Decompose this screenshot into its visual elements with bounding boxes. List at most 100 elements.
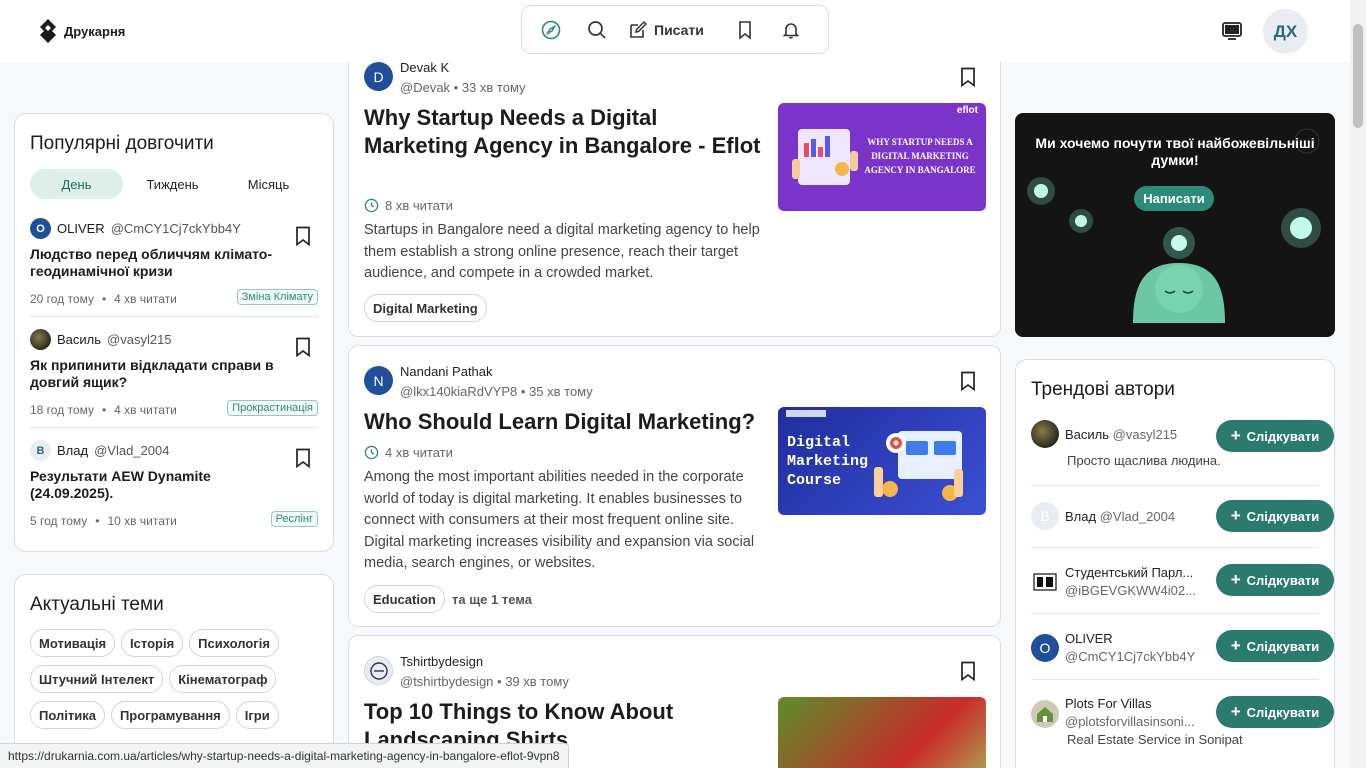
page-scrollbar[interactable] bbox=[1350, 0, 1366, 768]
author-handle[interactable]: @lkx140kiaRdVYP8 bbox=[400, 384, 517, 399]
author-handle[interactable]: @tshirtbydesign bbox=[400, 674, 493, 689]
avatar[interactable]: В bbox=[1031, 502, 1059, 530]
author-handle[interactable]: @plotsforvillasinsoni... bbox=[1065, 714, 1197, 729]
clock-icon bbox=[364, 445, 379, 460]
tab-week[interactable]: Тиждень bbox=[126, 169, 219, 199]
avatar[interactable] bbox=[30, 329, 51, 350]
list-item: Студентський Парл... @iBGEVGKWW4i02... +… bbox=[1031, 548, 1334, 614]
avatar[interactable] bbox=[1031, 568, 1059, 596]
follow-button[interactable]: + Слідкувати bbox=[1216, 420, 1334, 452]
article-title[interactable]: Who Should Learn Digital Marketing? bbox=[364, 408, 774, 436]
avatar[interactable]: N bbox=[364, 366, 393, 395]
author-name[interactable]: OLIVER bbox=[1065, 631, 1197, 646]
topic-chip[interactable]: Історія bbox=[121, 629, 184, 657]
author-handle[interactable]: @iBGEVGKWW4i02... bbox=[1065, 583, 1197, 598]
topic-chip[interactable]: Ігри bbox=[235, 701, 279, 729]
follow-button[interactable]: + Слідкувати bbox=[1216, 564, 1334, 596]
topic-chip[interactable]: Digital Marketing bbox=[364, 294, 487, 322]
avatar[interactable]: O bbox=[30, 218, 51, 239]
topic-tag[interactable]: Зміна Клімату bbox=[236, 289, 318, 305]
article-image[interactable]: Digital Marketing Course bbox=[778, 407, 986, 515]
bookmark-icon[interactable] bbox=[959, 67, 977, 87]
explore-button[interactable] bbox=[534, 13, 568, 47]
plus-icon: + bbox=[1230, 506, 1241, 525]
list-item[interactable]: Василь @vasyl215 Як припинити відкладати… bbox=[30, 317, 318, 428]
notifications-button[interactable] bbox=[774, 13, 808, 47]
topic-chip[interactable]: Штучний Інтелект bbox=[30, 665, 164, 693]
topic-chip[interactable]: Психологія bbox=[189, 629, 279, 657]
follow-button[interactable]: + Слідкувати bbox=[1216, 500, 1334, 532]
topic-tag[interactable]: Прокрастинація bbox=[227, 400, 318, 416]
tab-day[interactable]: День bbox=[30, 169, 123, 199]
topics-list: Мотивація Історія Психологія Штучний Інт… bbox=[30, 629, 320, 729]
author-name[interactable]: Nandani Pathak bbox=[400, 364, 493, 379]
article-card[interactable]: D Devak K @Devak • 33 хв тому Why Startu… bbox=[348, 40, 1001, 337]
scrollbar-thumb[interactable] bbox=[1353, 24, 1363, 128]
author-name[interactable]: Tshirtbydesign bbox=[400, 654, 483, 669]
topic-tag[interactable]: Реслінг bbox=[270, 511, 318, 527]
bookmark-icon[interactable] bbox=[959, 661, 977, 681]
avatar[interactable]: D bbox=[364, 62, 393, 91]
follow-button[interactable]: + Слідкувати bbox=[1216, 696, 1334, 728]
article-image[interactable]: eflot WHY STARTUP NEEDS A DIGITAL MARKET… bbox=[778, 103, 986, 211]
avatar[interactable]: O bbox=[1031, 634, 1059, 662]
list-item[interactable]: O OLIVER @CmCY1Cj7ckYbb4Y Людство перед … bbox=[30, 206, 318, 317]
author-handle[interactable]: @Vlad_2004 bbox=[94, 443, 169, 458]
topic-chip[interactable]: Education bbox=[364, 585, 445, 613]
author-name[interactable]: Студентський Парл... bbox=[1065, 565, 1197, 580]
author-name[interactable]: Василь bbox=[57, 332, 101, 347]
popular-longreads-panel: Популярні довгочити День Тиждень Місяць … bbox=[14, 113, 334, 552]
article-title[interactable]: Людство перед обличчям клімато-геодинамі… bbox=[30, 246, 285, 280]
author-handle[interactable]: @vasyl215 bbox=[107, 332, 172, 347]
article-image[interactable] bbox=[778, 697, 986, 768]
bookmark-icon bbox=[739, 20, 751, 40]
promo-write-button[interactable]: Написати bbox=[1134, 186, 1214, 211]
author-handle[interactable]: @Devak bbox=[400, 80, 450, 95]
author-handle[interactable]: @CmCY1Cj7ckYbb4Y bbox=[111, 221, 241, 236]
monitor-icon[interactable] bbox=[1220, 19, 1244, 43]
author-name[interactable]: Влад bbox=[57, 443, 88, 458]
follow-button[interactable]: + Слідкувати bbox=[1216, 630, 1334, 662]
topic-chip[interactable]: Мотивація bbox=[30, 629, 116, 657]
topic-chip[interactable]: Кінематограф bbox=[169, 665, 277, 693]
avatar[interactable] bbox=[364, 656, 393, 685]
status-bar-url: https://drukarnia.com.ua/articles/why-st… bbox=[0, 743, 569, 768]
time-ago: 33 хв тому bbox=[461, 80, 526, 95]
write-button[interactable]: Писати bbox=[624, 13, 708, 47]
bookmark-icon[interactable] bbox=[959, 371, 977, 391]
bookmark-icon[interactable] bbox=[294, 337, 312, 357]
image-brand: eflot bbox=[956, 105, 978, 116]
article-title[interactable]: Результати AEW Dynamite (24.09.2025). bbox=[30, 468, 285, 502]
bookmarks-button[interactable] bbox=[728, 13, 762, 47]
article-title[interactable]: Why Startup Needs a Digital Marketing Ag… bbox=[364, 104, 764, 160]
avatar[interactable]: В bbox=[30, 440, 51, 461]
follow-label: Слідкувати bbox=[1246, 428, 1320, 444]
author-handle[interactable]: @CmCY1Cj7ckYbb4Y bbox=[1065, 649, 1197, 664]
tab-month[interactable]: Місяць bbox=[222, 169, 315, 199]
bookmark-icon[interactable] bbox=[294, 448, 312, 468]
avatar[interactable] bbox=[1031, 420, 1059, 448]
search-button[interactable] bbox=[580, 13, 614, 47]
author-name[interactable]: Plots For Villas bbox=[1065, 696, 1197, 711]
article-title[interactable]: Як припинити відкладати справи в довгий … bbox=[30, 357, 285, 391]
author-line: Василь @vasyl215 bbox=[30, 329, 172, 350]
author-line: В Влад @Vlad_2004 bbox=[30, 440, 169, 461]
plus-icon: + bbox=[1230, 702, 1241, 721]
bookmark-icon[interactable] bbox=[294, 226, 312, 246]
author-name-line[interactable]: Влад @Vlad_2004 bbox=[1065, 509, 1225, 524]
read-time-label: 8 хв читати bbox=[385, 198, 453, 213]
user-avatar[interactable]: ДХ bbox=[1263, 9, 1308, 54]
list-item[interactable]: В Влад @Vlad_2004 Результати AEW Dynamit… bbox=[30, 428, 318, 539]
author-name-line[interactable]: Василь @vasyl215 bbox=[1065, 427, 1225, 442]
author-name[interactable]: OLIVER bbox=[57, 221, 105, 236]
edit-icon bbox=[630, 20, 648, 38]
avatar[interactable] bbox=[1031, 700, 1059, 728]
more-topics-link[interactable]: та ще 1 тема bbox=[452, 592, 532, 607]
topic-chip[interactable]: Політика bbox=[30, 701, 105, 729]
compass-icon bbox=[541, 20, 561, 39]
logo[interactable]: Друкарня bbox=[38, 18, 125, 44]
author-name[interactable]: Devak K bbox=[400, 60, 449, 75]
topic-chip[interactable]: Програмування bbox=[110, 701, 230, 729]
article-card[interactable]: N Nandani Pathak @lkx140kiaRdVYP8 • 35 х… bbox=[348, 345, 1001, 627]
author-bio: Real Estate Service in Sonipat bbox=[1067, 732, 1243, 747]
